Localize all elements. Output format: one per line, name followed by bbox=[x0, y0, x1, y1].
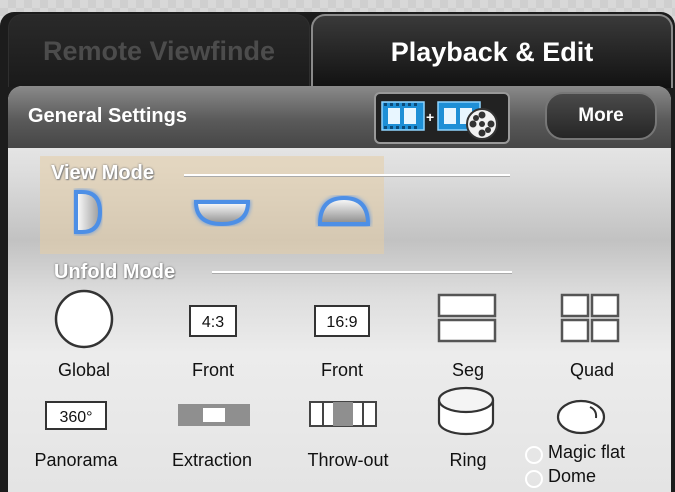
circle-icon[interactable] bbox=[52, 288, 116, 350]
unfold-mode-title: Unfold Mode bbox=[54, 261, 176, 283]
magic-flat-label: Magic flat bbox=[548, 442, 626, 462]
quad-label: Quad bbox=[569, 360, 615, 380]
general-settings-header: General Settings + More bbox=[8, 86, 671, 148]
front-16-9-label: Front bbox=[320, 360, 363, 380]
video-merge-button[interactable]: + bbox=[374, 92, 510, 144]
seg-label: Seg bbox=[451, 360, 485, 380]
half-dome-side-icon[interactable] bbox=[66, 186, 106, 238]
ratio-16-9-icon[interactable]: 16:9 bbox=[313, 304, 371, 338]
throw-out-icon[interactable] bbox=[308, 399, 378, 429]
ring-label: Ring bbox=[449, 450, 487, 470]
panorama-360-icon[interactable]: 360° bbox=[44, 400, 108, 432]
more-button[interactable]: More bbox=[545, 92, 657, 140]
extraction-icon[interactable] bbox=[177, 401, 251, 429]
front-4-3-label: Front bbox=[191, 360, 234, 380]
dome-ball-icon[interactable] bbox=[554, 396, 608, 436]
extraction-label: Extraction bbox=[171, 450, 253, 470]
tab-remote-viewfinder[interactable]: Remote Viewfinde bbox=[8, 14, 310, 87]
ring-icon[interactable] bbox=[434, 384, 498, 440]
panorama-360-text: 360° bbox=[59, 409, 92, 426]
dome-label: Dome bbox=[548, 466, 597, 486]
ratio-4-3-text: 4:3 bbox=[202, 314, 224, 331]
view-mode-title: View Mode bbox=[51, 162, 154, 184]
split-four-icon[interactable] bbox=[560, 292, 620, 344]
unfold-mode-divider bbox=[212, 271, 512, 273]
ratio-4-3-icon[interactable]: 4:3 bbox=[188, 304, 238, 338]
global-label: Global bbox=[57, 360, 111, 380]
view-mode-divider bbox=[184, 174, 510, 176]
dome-top-icon[interactable] bbox=[312, 190, 376, 234]
half-dome-front-icon[interactable] bbox=[190, 192, 254, 232]
settings-panel: General Settings + More View Mode Unfold… bbox=[8, 86, 671, 492]
svg-text:+: + bbox=[426, 109, 434, 125]
magic-flat-radio[interactable] bbox=[525, 446, 543, 464]
split-two-icon[interactable] bbox=[437, 292, 497, 344]
general-settings-title: General Settings bbox=[28, 105, 187, 127]
video-merge-icon: + bbox=[381, 101, 498, 140]
ratio-16-9-text: 16:9 bbox=[326, 314, 357, 331]
throw-out-label: Throw-out bbox=[307, 450, 389, 470]
panorama-label: Panorama bbox=[34, 450, 118, 470]
tab-playback-edit[interactable]: Playback & Edit bbox=[311, 14, 673, 88]
dome-radio[interactable] bbox=[525, 470, 543, 488]
